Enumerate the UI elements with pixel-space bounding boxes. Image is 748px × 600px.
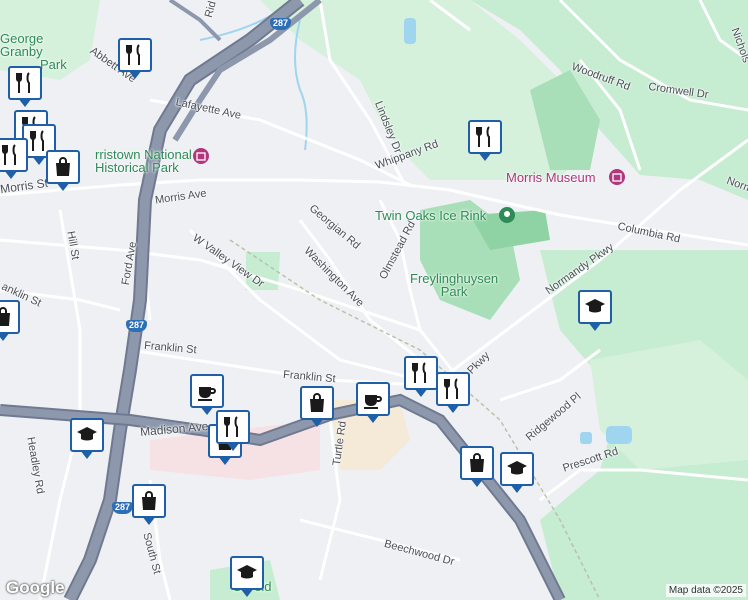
restaurant-marker[interactable] <box>216 410 250 451</box>
coffee-cup-icon <box>198 387 216 401</box>
school-marker[interactable] <box>230 556 264 597</box>
shopping-bag-icon <box>56 157 70 176</box>
coffee-cup-icon <box>364 395 382 409</box>
shopping-marker[interactable] <box>460 446 494 487</box>
shopping-bag-icon <box>310 393 324 412</box>
fork-knife-icon <box>224 416 238 437</box>
historic-landmark-icon[interactable] <box>192 147 210 165</box>
fork-knife-icon <box>476 126 490 147</box>
place-label-freylinghuysen-park[interactable]: Freylinghuysen Park <box>410 272 498 298</box>
map-attribution[interactable]: Map data ©2025 <box>665 584 746 597</box>
restaurant-marker[interactable] <box>8 66 42 107</box>
place-label-twin-oaks-ice-rink[interactable]: Twin Oaks Ice Rink <box>375 209 486 222</box>
restaurant-marker[interactable] <box>404 356 438 397</box>
google-logo: Google <box>6 578 65 597</box>
fork-knife-icon <box>126 44 140 65</box>
interstate-shield: 287 <box>112 502 134 514</box>
school-marker[interactable] <box>500 452 534 493</box>
graduation-cap-icon <box>585 299 605 313</box>
graduation-cap-icon <box>507 461 527 475</box>
cafe-marker[interactable] <box>190 374 224 415</box>
restaurant-marker[interactable] <box>468 120 502 161</box>
shopping-bag-icon <box>470 453 484 472</box>
restaurant-marker[interactable] <box>436 372 470 413</box>
sports-venue-icon[interactable] <box>498 206 516 224</box>
restaurant-marker[interactable] <box>0 138 28 179</box>
school-marker[interactable] <box>578 290 612 331</box>
fork-knife-icon <box>2 144 16 165</box>
shopping-marker[interactable] <box>0 300 20 341</box>
place-label-morris-museum[interactable]: Morris Museum <box>506 171 596 184</box>
shopping-bag-icon <box>142 491 156 510</box>
shopping-marker[interactable] <box>46 150 80 191</box>
shopping-marker[interactable] <box>300 386 334 427</box>
graduation-cap-icon <box>77 427 97 441</box>
interstate-shield: 287 <box>270 18 292 30</box>
place-label-morristown-national-historical-park[interactable]: rristown National Historical Park <box>95 148 192 174</box>
cafe-marker[interactable] <box>356 382 390 423</box>
graduation-cap-icon <box>237 565 257 579</box>
interstate-shield: 287 <box>126 320 148 332</box>
map-canvas[interactable]: 287 287 287 Rid Abbett Ave Lafayette Ave… <box>0 0 748 600</box>
shopping-bag-icon <box>0 307 10 326</box>
fork-knife-icon <box>412 362 426 383</box>
restaurant-marker[interactable] <box>118 38 152 79</box>
fork-knife-icon <box>444 378 458 399</box>
fork-knife-icon <box>16 72 30 93</box>
school-marker[interactable] <box>70 418 104 459</box>
museum-icon[interactable] <box>608 168 626 186</box>
shopping-marker[interactable] <box>132 484 166 525</box>
